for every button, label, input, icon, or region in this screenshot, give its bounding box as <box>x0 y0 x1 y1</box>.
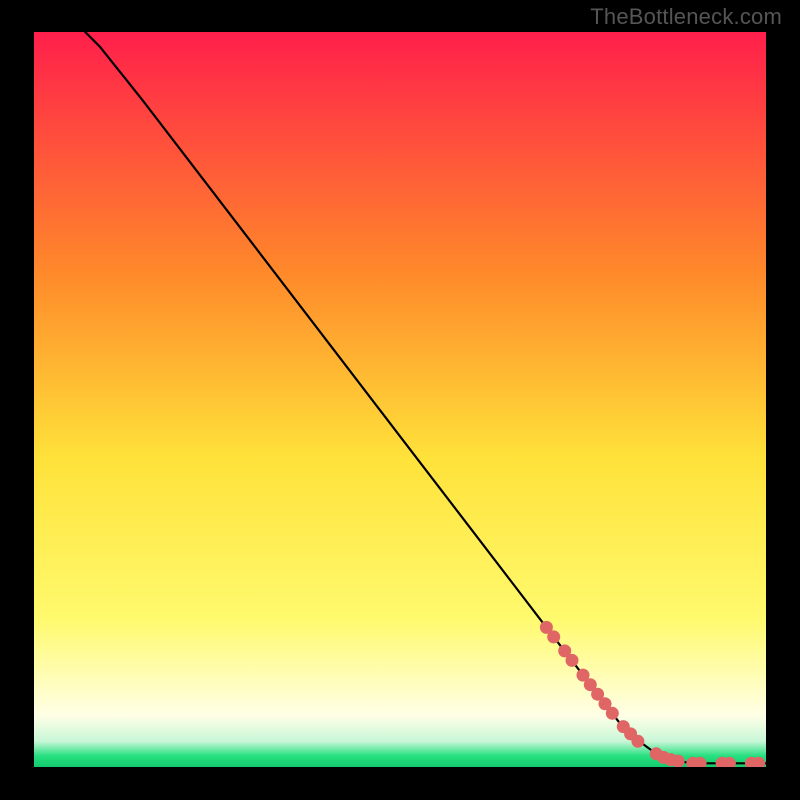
data-marker <box>566 654 579 667</box>
chart-svg <box>34 32 766 767</box>
chart-frame: TheBottleneck.com <box>0 0 800 800</box>
attribution-label: TheBottleneck.com <box>590 4 782 30</box>
data-marker <box>672 755 685 767</box>
data-marker <box>631 735 644 748</box>
plot-area <box>34 32 766 767</box>
data-marker <box>547 630 560 643</box>
data-marker <box>606 707 619 720</box>
